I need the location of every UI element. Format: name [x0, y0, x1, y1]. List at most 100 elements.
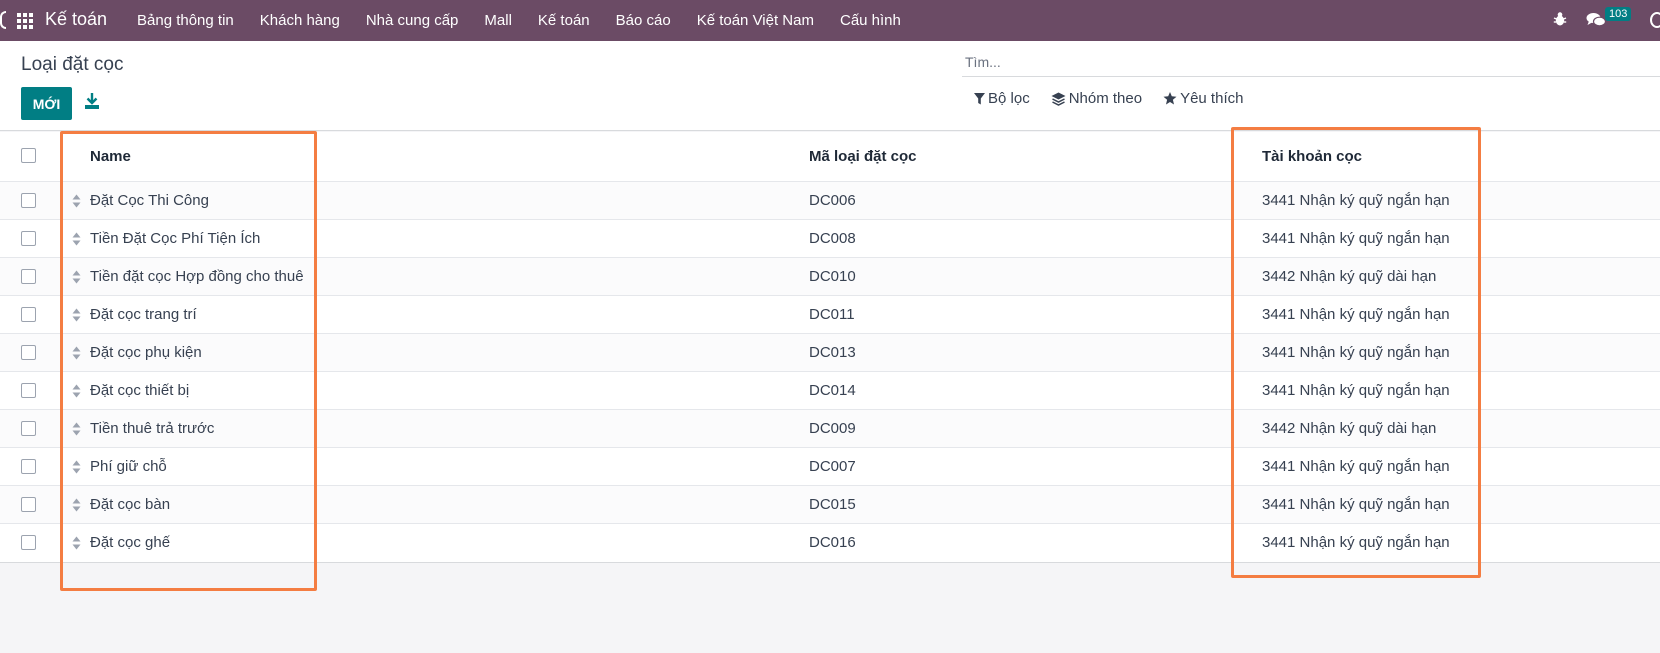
menu-item-vendors[interactable]: Nhà cung cấp	[366, 12, 459, 29]
cell-code: DC009	[809, 420, 856, 437]
cell-account: 3441 Nhận ký quỹ ngắn hạn	[1262, 534, 1450, 551]
menu-item-dashboard[interactable]: Bảng thông tin	[137, 12, 234, 29]
row-checkbox[interactable]	[21, 307, 36, 322]
cell-name: Phí giữ chỗ	[90, 458, 167, 475]
cell-account: 3441 Nhận ký quỹ ngắn hạn	[1262, 344, 1450, 361]
group-by-label: Nhóm theo	[1068, 90, 1143, 107]
bug-icon[interactable]	[1553, 11, 1567, 27]
chat-count-badge: 103	[1605, 7, 1632, 21]
drag-handle-icon[interactable]	[72, 498, 81, 512]
cell-code: DC016	[809, 534, 856, 551]
drag-handle-icon[interactable]	[72, 536, 81, 550]
drag-handle-icon[interactable]	[72, 308, 81, 322]
row-checkbox[interactable]	[21, 345, 36, 360]
cell-account: 3442 Nhận ký quỹ dài hạn	[1262, 268, 1437, 285]
drag-handle-icon[interactable]	[72, 194, 81, 208]
menu-item-mall[interactable]: Mall	[484, 12, 512, 29]
group-by-button[interactable]: Nhóm theo	[1051, 90, 1142, 107]
table-row[interactable]: Đặt Cọc Thi Công DC006 3441 Nhận ký quỹ ng…	[0, 182, 1660, 220]
filter-icon	[974, 92, 985, 104]
cell-name: Đặt cọc thiết bị	[90, 382, 190, 399]
apps-grid-icon[interactable]	[17, 13, 33, 29]
favorites-button[interactable]: Yêu thích	[1163, 90, 1243, 107]
search-bar	[962, 49, 1660, 77]
cell-account: 3441 Nhận ký quỹ ngắn hạn	[1262, 306, 1450, 323]
drag-handle-icon[interactable]	[72, 384, 81, 398]
cell-name: Đặt cọc bàn	[90, 496, 171, 513]
cell-name: Tiền thuê trả trước	[90, 420, 215, 437]
cell-account: 3442 Nhận ký quỹ dài hạn	[1262, 420, 1437, 437]
row-checkbox[interactable]	[21, 459, 36, 474]
cell-account: 3441 Nhận ký quỹ ngắn hạn	[1262, 382, 1450, 399]
row-checkbox[interactable]	[21, 383, 36, 398]
row-checkbox[interactable]	[21, 535, 36, 550]
drag-handle-icon[interactable]	[72, 422, 81, 436]
cell-code: DC013	[809, 344, 856, 361]
menu-item-accounting[interactable]: Kế toán	[538, 12, 590, 29]
table-row[interactable]: Đặt cọc bàn DC015 3441 Nhận ký quỹ ngắn hạ…	[0, 486, 1660, 524]
column-header-name[interactable]: Name	[90, 148, 131, 165]
layers-icon	[1051, 92, 1066, 106]
column-header-account[interactable]: Tài khoản cọc	[1262, 148, 1362, 165]
table-row[interactable]: Đặt cọc thiết bị DC014 3441 Nhận ký quỹ ng…	[0, 372, 1660, 410]
cell-code: DC008	[809, 230, 856, 247]
partial-icon-left	[0, 11, 6, 29]
table-row[interactable]: Tiền Đặt Cọc Phí Tiện Ích DC008 3441 Nhận …	[0, 220, 1660, 258]
search-options: Bộ lọc Nhóm theo Yêu thích	[974, 90, 1264, 107]
page-title: Loại đặt cọc	[21, 54, 124, 75]
menu-item-configuration[interactable]: Cấu hình	[840, 12, 901, 29]
cell-account: 3441 Nhận ký quỹ ngắn hạn	[1262, 496, 1450, 513]
main-menu: Bảng thông tin Khách hàng Nhà cung cấp M…	[137, 0, 927, 41]
partial-icon-right[interactable]	[1650, 12, 1660, 28]
list-table: Name Mã loại đặt cọc Tài khoản cọc Đặt C…	[0, 132, 1660, 563]
cell-account: 3441 Nhận ký quỹ ngắn hạn	[1262, 458, 1450, 475]
chat-icon[interactable]	[1586, 12, 1606, 28]
select-all-checkbox[interactable]	[21, 148, 36, 163]
cell-name: Đặt Cọc Thi Công	[90, 192, 209, 209]
cell-name: Đặt cọc phụ kiện	[90, 344, 202, 361]
row-checkbox[interactable]	[21, 421, 36, 436]
menu-item-reports[interactable]: Báo cáo	[616, 12, 671, 29]
cell-name: Tiền Đặt Cọc Phí Tiện Ích	[90, 230, 261, 247]
cell-code: DC006	[809, 192, 856, 209]
table-header: Name Mã loại đặt cọc Tài khoản cọc	[0, 132, 1660, 182]
search-input[interactable]	[965, 51, 1565, 73]
favorites-label: Yêu thích	[1180, 90, 1244, 107]
row-checkbox[interactable]	[21, 193, 36, 208]
table-body: Đặt Cọc Thi Công DC006 3441 Nhận ký quỹ ng…	[0, 182, 1660, 562]
cell-code: DC007	[809, 458, 856, 475]
cell-code: DC015	[809, 496, 856, 513]
drag-handle-icon[interactable]	[72, 270, 81, 284]
control-panel: Loại đặt cọc MỚI Bộ lọc Nhóm theo Yêu th…	[0, 41, 1660, 131]
cell-account: 3441 Nhận ký quỹ ngắn hạn	[1262, 230, 1450, 247]
table-row[interactable]: Đặt cọc ghế DC016 3441 Nhận ký quỹ ngắn hạ…	[0, 524, 1660, 562]
drag-handle-icon[interactable]	[72, 460, 81, 474]
table-row[interactable]: Tiền đặt cọc Hợp đồng cho thuê DC010 3442 …	[0, 258, 1660, 296]
top-navbar: Kế toán Bảng thông tin Khách hàng Nhà cu…	[0, 0, 1660, 41]
cell-code: DC014	[809, 382, 856, 399]
table-row[interactable]: Đặt cọc trang trí DC011 3441 Nhận ký quỹ n…	[0, 296, 1660, 334]
cell-code: DC010	[809, 268, 856, 285]
cell-name: Đặt cọc ghế	[90, 534, 171, 551]
row-checkbox[interactable]	[21, 269, 36, 284]
menu-item-vn-accounting[interactable]: Kế toán Việt Nam	[697, 12, 814, 29]
star-icon	[1163, 92, 1177, 105]
cell-name: Tiền đặt cọc Hợp đồng cho thuê	[90, 268, 304, 285]
cell-code: DC011	[809, 306, 855, 323]
drag-handle-icon[interactable]	[72, 232, 81, 246]
table-row[interactable]: Tiền thuê trả trước DC009 3442 Nhận ký quỹ…	[0, 410, 1660, 448]
download-icon[interactable]	[84, 92, 100, 110]
app-brand[interactable]: Kế toán	[45, 9, 107, 30]
row-checkbox[interactable]	[21, 497, 36, 512]
cell-name: Đặt cọc trang trí	[90, 306, 197, 323]
table-row[interactable]: Phí giữ chỗ DC007 3441 Nhận ký quỹ ngắn hạ…	[0, 448, 1660, 486]
cell-account: 3441 Nhận ký quỹ ngắn hạn	[1262, 192, 1450, 209]
column-header-code[interactable]: Mã loại đặt cọc	[809, 148, 917, 165]
table-row[interactable]: Đặt cọc phụ kiện DC013 3441 Nhận ký quỹ ng…	[0, 334, 1660, 372]
menu-item-customers[interactable]: Khách hàng	[260, 12, 340, 29]
new-button[interactable]: MỚI	[21, 87, 72, 120]
row-checkbox[interactable]	[21, 231, 36, 246]
drag-handle-icon[interactable]	[72, 346, 81, 360]
filter-label: Bộ lọc	[988, 90, 1030, 107]
filter-button[interactable]: Bộ lọc	[974, 90, 1030, 107]
